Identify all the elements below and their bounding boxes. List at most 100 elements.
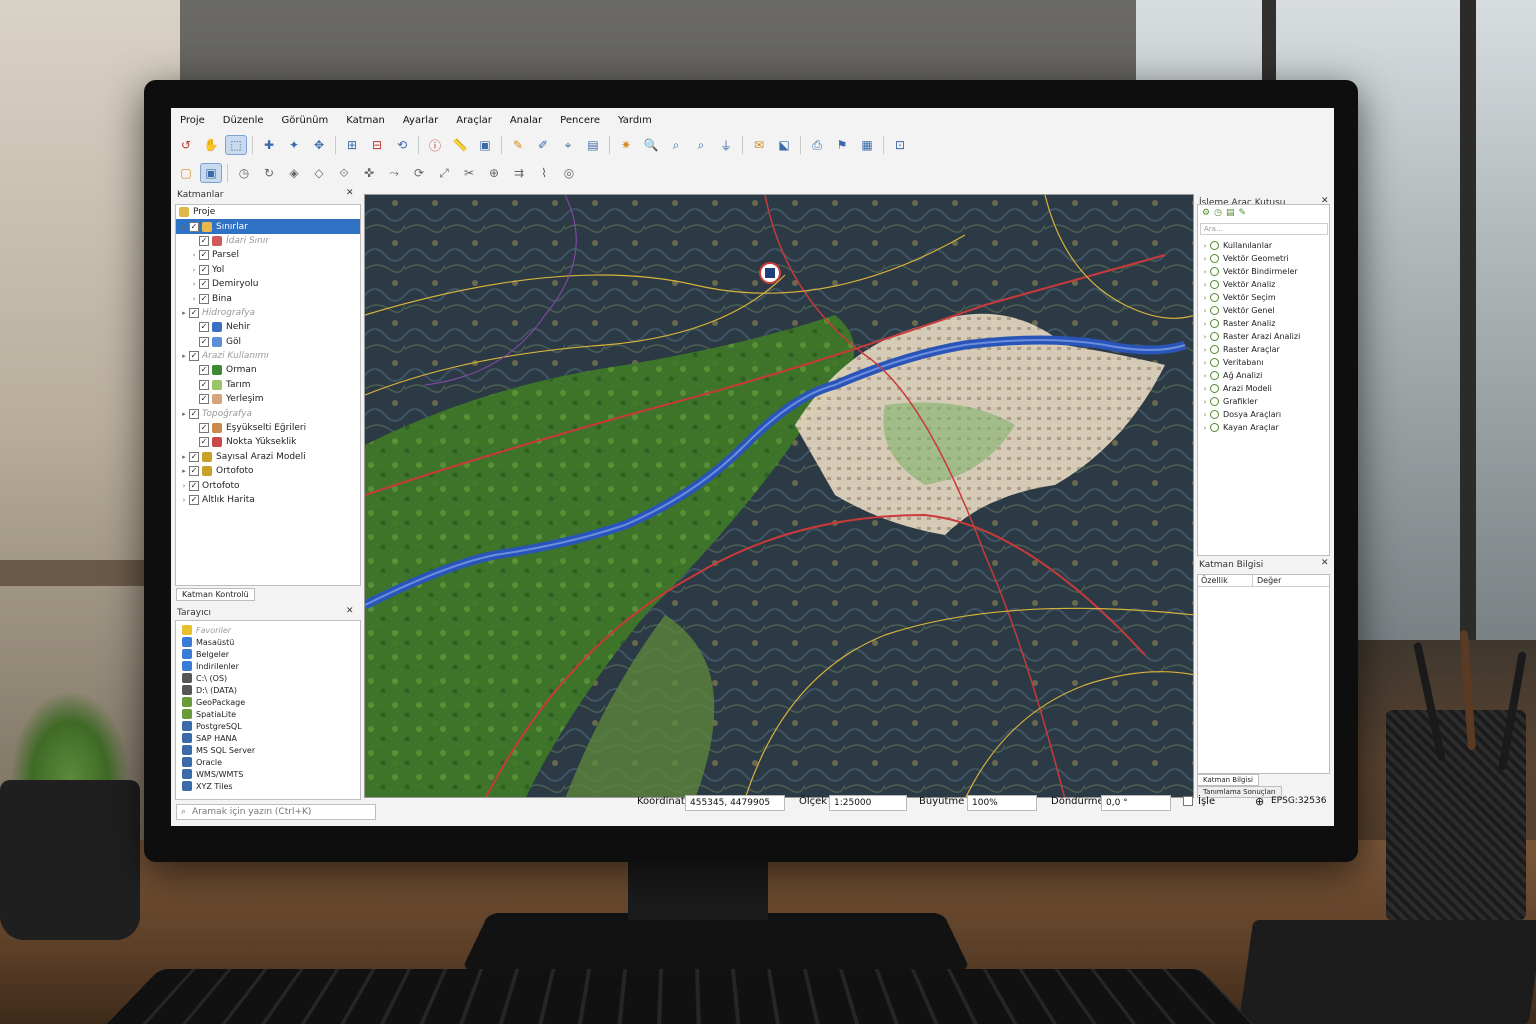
results-icon[interactable]: ▤ bbox=[1226, 208, 1235, 218]
expand-arrow-icon[interactable]: › bbox=[1200, 411, 1210, 419]
run-model-icon[interactable]: ⚙ bbox=[1202, 208, 1210, 218]
layer-row[interactable]: ✓ Nokta Yükseklik bbox=[176, 435, 360, 449]
browser-item[interactable]: Oracle bbox=[176, 756, 360, 768]
measure-icon[interactable]: 📏 bbox=[449, 135, 471, 155]
browser-item[interactable]: D:\ (DATA) bbox=[176, 684, 360, 696]
layer-row[interactable]: › ✓ Ortofoto bbox=[176, 478, 360, 492]
layer-visibility-checkbox[interactable]: ✓ bbox=[199, 394, 209, 405]
zoom-layer-icon[interactable]: ⊞ bbox=[341, 135, 363, 155]
layer-row[interactable]: › ✓ Bina bbox=[176, 291, 360, 305]
browser-item[interactable]: SpatiaLite bbox=[176, 708, 360, 720]
menu-proje[interactable]: Proje bbox=[171, 112, 214, 130]
expand-arrow-icon[interactable]: › bbox=[189, 295, 199, 303]
toolbox-item[interactable]: › Kayan Araçlar bbox=[1200, 421, 1300, 434]
layer-visibility-checkbox[interactable]: ✓ bbox=[199, 264, 209, 275]
expand-arrow-icon[interactable]: › bbox=[1200, 333, 1210, 341]
layer-row[interactable]: ▸ ✓ Ortofoto bbox=[176, 464, 360, 478]
layer-row[interactable]: ✓ Eşyükselti Eğrileri bbox=[176, 421, 360, 435]
layer-visibility-checkbox[interactable]: ✓ bbox=[199, 293, 209, 304]
zoom-in-icon[interactable]: ✚ bbox=[258, 135, 280, 155]
toolbox-item[interactable]: › Arazi Modeli bbox=[1200, 382, 1300, 395]
history-icon[interactable]: ◷ bbox=[233, 163, 255, 183]
pan-map-icon[interactable]: ✋ bbox=[200, 135, 222, 155]
layer-visibility-checkbox[interactable]: ✓ bbox=[199, 437, 209, 448]
toolbox-item[interactable]: › Vektör Genel bbox=[1200, 304, 1300, 317]
layer-row[interactable]: ✓ Tarım bbox=[176, 378, 360, 392]
pan-icon[interactable]: ↺ bbox=[175, 135, 197, 155]
layer-visibility-checkbox[interactable]: ✓ bbox=[189, 221, 199, 232]
layer-visibility-checkbox[interactable]: ✓ bbox=[199, 279, 209, 290]
layer-row[interactable]: ▸ ✓ Arazi Kullanımı bbox=[176, 349, 360, 363]
expand-arrow-icon[interactable]: › bbox=[189, 280, 199, 288]
crs-label[interactable]: EPSG:32536 bbox=[1271, 796, 1326, 806]
zoom-field[interactable]: 100% bbox=[967, 795, 1037, 811]
expand-arrow-icon[interactable]: › bbox=[1200, 346, 1210, 354]
project-root[interactable]: Proje bbox=[176, 205, 360, 219]
rotate-icon[interactable]: ⟳ bbox=[408, 163, 430, 183]
layerinfo-close-icon[interactable]: ✕ bbox=[1321, 558, 1329, 568]
menu-pencere[interactable]: Pencere bbox=[551, 112, 609, 130]
browser-item[interactable]: Favoriler bbox=[176, 624, 360, 636]
toolbox-item[interactable]: › Raster Araçlar bbox=[1200, 343, 1300, 356]
refresh-icon[interactable]: ↻ bbox=[258, 163, 280, 183]
decoration-icon[interactable]: ▦ bbox=[856, 135, 878, 155]
layer-row[interactable]: ▸ ✓ Sınırlar bbox=[176, 219, 360, 234]
history-icon[interactable]: ◷ bbox=[1214, 208, 1222, 218]
open-project-icon[interactable]: ▣ bbox=[200, 163, 222, 183]
expand-arrow-icon[interactable]: › bbox=[179, 482, 189, 490]
expand-arrow-icon[interactable]: › bbox=[1200, 294, 1210, 302]
browser-item[interactable]: XYZ Tiles bbox=[176, 780, 360, 792]
browser-item[interactable]: İndirilenler bbox=[176, 660, 360, 672]
merge-icon[interactable]: ⊕ bbox=[483, 163, 505, 183]
expand-arrow-icon[interactable]: › bbox=[1200, 281, 1210, 289]
layers-close-icon[interactable]: ✕ bbox=[346, 188, 354, 198]
layer-visibility-checkbox[interactable]: ✓ bbox=[199, 423, 209, 434]
toolbox-item[interactable]: › Raster Arazi Analizi bbox=[1200, 330, 1300, 343]
toolbox-item[interactable]: › Dosya Araçları bbox=[1200, 408, 1300, 421]
expand-arrow-icon[interactable]: › bbox=[1200, 268, 1210, 276]
toolbox-item[interactable]: › Vektör Seçim bbox=[1200, 291, 1300, 304]
toolbox-item[interactable]: › Ağ Analizi bbox=[1200, 369, 1300, 382]
browser-item[interactable]: GeoPackage bbox=[176, 696, 360, 708]
browser-item[interactable]: PostgreSQL bbox=[176, 720, 360, 732]
expand-arrow-icon[interactable]: ▸ bbox=[179, 467, 189, 475]
layer-visibility-checkbox[interactable]: ✓ bbox=[199, 336, 209, 347]
expand-arrow-icon[interactable]: › bbox=[1200, 359, 1210, 367]
layer-visibility-checkbox[interactable]: ✓ bbox=[189, 307, 199, 318]
print-layout-icon[interactable]: ⎙ bbox=[806, 135, 828, 155]
fill-ring-icon[interactable]: ◎ bbox=[558, 163, 580, 183]
split-icon[interactable]: ✂ bbox=[458, 163, 480, 183]
new-layer-icon[interactable]: ✷ bbox=[615, 135, 637, 155]
layer-style-icon[interactable]: ◈ bbox=[283, 163, 305, 183]
menu-yardim[interactable]: Yardım bbox=[609, 112, 661, 130]
layer-row[interactable]: ✓ Yerleşim bbox=[176, 392, 360, 406]
select-tool-icon[interactable]: ⬚ bbox=[225, 135, 247, 155]
layer-row[interactable]: ✓ İdari Sınır bbox=[176, 234, 360, 248]
tab-layer-control[interactable]: Katman Kontrolü bbox=[176, 588, 255, 601]
magnifier-icon[interactable]: ⌕ bbox=[665, 135, 687, 155]
expand-arrow-icon[interactable]: › bbox=[1200, 372, 1210, 380]
zoom-full-icon[interactable]: ✥ bbox=[308, 135, 330, 155]
browser-item[interactable]: WMS/WMTS bbox=[176, 768, 360, 780]
expand-arrow-icon[interactable]: › bbox=[189, 266, 199, 274]
trace-icon[interactable]: ⤳ bbox=[383, 163, 405, 183]
toolbox-item[interactable]: › Grafikler bbox=[1200, 395, 1300, 408]
browser-item[interactable]: Belgeler bbox=[176, 648, 360, 660]
advanced-digitize-icon[interactable]: ⟐ bbox=[333, 163, 355, 183]
browser-item[interactable]: C:\ (OS) bbox=[176, 672, 360, 684]
menu-katman[interactable]: Katman bbox=[337, 112, 394, 130]
map-canvas[interactable] bbox=[364, 194, 1194, 798]
layer-visibility-checkbox[interactable]: ✓ bbox=[199, 365, 209, 376]
scale-field[interactable]: 1:25000 bbox=[829, 795, 907, 811]
new-project-icon[interactable]: ▢ bbox=[175, 163, 197, 183]
browser-item[interactable]: MS SQL Server bbox=[176, 744, 360, 756]
menu-araclar[interactable]: Araçlar bbox=[447, 112, 501, 130]
toolbox-item[interactable]: › Raster Analiz bbox=[1200, 317, 1300, 330]
expand-arrow-icon[interactable]: ▸ bbox=[179, 309, 189, 317]
expand-arrow-icon[interactable]: › bbox=[1200, 242, 1210, 250]
annotation-icon[interactable]: ✎ bbox=[507, 135, 529, 155]
menu-analar[interactable]: Analar bbox=[501, 112, 551, 130]
expand-arrow-icon[interactable]: ▸ bbox=[179, 223, 189, 231]
layer-visibility-checkbox[interactable]: ✓ bbox=[189, 466, 199, 477]
layer-row[interactable]: › ✓ Altlık Harita bbox=[176, 493, 360, 507]
